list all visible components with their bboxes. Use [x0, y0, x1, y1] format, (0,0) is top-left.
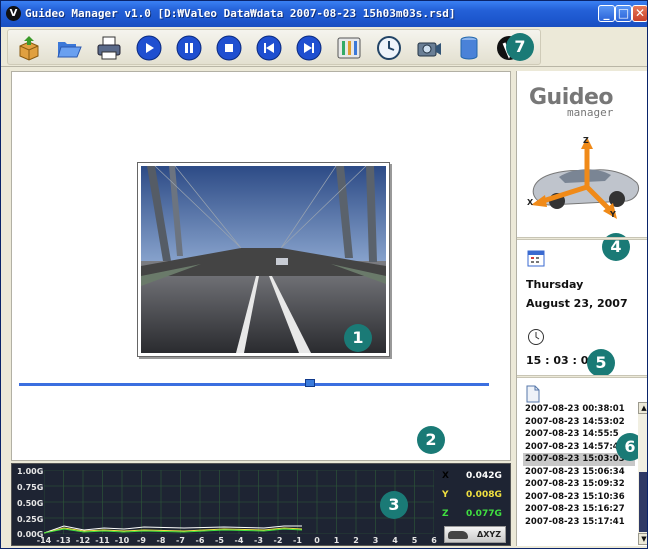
open-folder-icon[interactable]: [56, 35, 82, 61]
scroll-down-arrow[interactable]: ▼: [638, 533, 647, 545]
x-tick-label: -3: [254, 536, 263, 545]
x-tick-label: 5: [411, 536, 418, 545]
recording-list: 2007-08-23 00:38:01 2007-08-23 14:53:02 …: [523, 403, 635, 528]
stop-icon[interactable]: [216, 35, 242, 61]
callout-7: 7: [506, 33, 534, 61]
x-tick-label: -7: [176, 536, 185, 545]
car-3d-axis-image: Z X Y: [527, 136, 640, 219]
y-tick-label: 1.00G: [17, 467, 44, 476]
clock-settings-icon[interactable]: [376, 35, 402, 61]
graph-grid: [44, 470, 434, 534]
x-tick-label: 4: [392, 536, 398, 545]
x-tick-label: -6: [195, 536, 205, 545]
title-bar[interactable]: V Guideo Manager v1.0 [D:₩Valeo Data₩dat…: [1, 1, 647, 27]
x-tick-label: -2: [273, 536, 283, 545]
maximize-button[interactable]: □: [615, 5, 632, 22]
x-tick-label: 1: [333, 536, 340, 545]
z-axis-label: Z: [442, 509, 449, 519]
x-axis-value: 0.042G: [466, 471, 502, 481]
car-icon: [448, 531, 468, 539]
list-item[interactable]: 2007-08-23 15:10:36: [523, 491, 635, 504]
pause-icon[interactable]: [176, 35, 202, 61]
playback-slider-track[interactable]: [19, 383, 489, 386]
x-tick-label: 6: [431, 536, 437, 545]
window-title: Guideo Manager v1.0 [D:₩Valeo Data₩data …: [25, 7, 456, 20]
package-icon[interactable]: [16, 35, 42, 61]
manager-logo-text: manager: [567, 106, 614, 119]
delta-xyz-button[interactable]: ΔXYZ: [444, 526, 506, 543]
y-axis-marker: Y: [609, 210, 616, 219]
callout-3: 3: [380, 491, 408, 519]
panel-separator: [517, 237, 647, 240]
callout-2: 2: [417, 426, 445, 454]
panel-separator: [517, 375, 647, 378]
list-item[interactable]: 2007-08-23 15:17:41: [523, 516, 635, 529]
x-tick-label: -14: [36, 536, 52, 545]
x-tick-label: -1: [293, 536, 302, 545]
play-icon[interactable]: [136, 35, 162, 61]
x-axis-marker: X: [527, 198, 534, 207]
print-icon[interactable]: [96, 35, 122, 61]
skip-forward-icon[interactable]: [296, 35, 322, 61]
acceleration-graph: 1.00G 0.75G 0.50G 0.25G 0.00G -14 -13 -12-…: [11, 463, 511, 546]
callout-5: 5: [587, 349, 615, 377]
y-axis-value: 0.008G: [466, 490, 502, 500]
x-tick-label: -4: [234, 536, 244, 545]
close-button[interactable]: ✕: [632, 5, 647, 22]
x-axis-label: X: [442, 471, 449, 481]
list-scrollbar[interactable]: ▲ ▼: [638, 402, 647, 545]
x-tick-label: 0: [314, 536, 320, 545]
list-item[interactable]: 2007-08-23 15:06:34: [523, 466, 635, 479]
day-label: Thursday: [526, 278, 584, 291]
video-panel: 1 2: [11, 71, 511, 461]
road-camera-image: [141, 166, 386, 353]
y-axis-label: Y: [442, 490, 449, 500]
x-tick-label: 2: [353, 536, 359, 545]
toolbar: 7: [1, 27, 647, 67]
time-label: 15 : 03 : 01: [526, 354, 597, 367]
clock-icon: [528, 329, 544, 345]
y-tick-label: 0.50G: [17, 499, 44, 508]
delta-xyz-label: ΔXYZ: [477, 530, 501, 539]
acceleration-plot: [44, 470, 434, 534]
toolbar-buttons: [7, 29, 541, 65]
document-icon: [526, 385, 540, 403]
x-tick-label: 3: [372, 536, 379, 545]
date-label: August 23, 2007: [526, 297, 628, 310]
y-tick-label: 0.75G: [17, 483, 44, 492]
x-tick-label: -13: [56, 536, 71, 545]
minimize-button[interactable]: _: [598, 5, 615, 22]
scroll-up-arrow[interactable]: ▲: [638, 402, 647, 414]
x-tick-label: -8: [156, 536, 166, 545]
playback-slider-thumb[interactable]: [305, 379, 316, 387]
guideo-manager-window: V Guideo Manager v1.0 [D:₩Valeo Data₩dat…: [0, 0, 648, 549]
y-tick-label: 0.25G: [17, 515, 44, 524]
x-tick-label: -11: [95, 536, 110, 545]
list-item[interactable]: 2007-08-23 15:16:27: [523, 503, 635, 516]
z-axis-value: 0.077G: [466, 509, 502, 519]
z-axis-marker: Z: [583, 136, 589, 145]
x-tick-label: -12: [75, 536, 91, 545]
calendar-icon: [527, 250, 545, 267]
list-item[interactable]: 2007-08-23 00:38:01: [523, 403, 635, 416]
scrollbar-thumb[interactable]: [639, 472, 647, 532]
x-tick-label: -9: [137, 536, 146, 545]
x-tick-label: -5: [215, 536, 224, 545]
settings-tools-icon[interactable]: [336, 35, 362, 61]
list-item[interactable]: 2007-08-23 15:09:32: [523, 478, 635, 491]
camera-icon[interactable]: [416, 35, 442, 61]
database-icon[interactable]: [456, 35, 482, 61]
info-panel: Guideo manager Z X Y 4 Thursday August 2…: [516, 71, 647, 546]
callout-1: 1: [344, 324, 372, 352]
skip-back-icon[interactable]: [256, 35, 282, 61]
list-item[interactable]: 2007-08-23 14:53:02: [523, 416, 635, 429]
app-logo-icon: V: [6, 6, 21, 21]
x-tick-label: -10: [114, 536, 130, 545]
